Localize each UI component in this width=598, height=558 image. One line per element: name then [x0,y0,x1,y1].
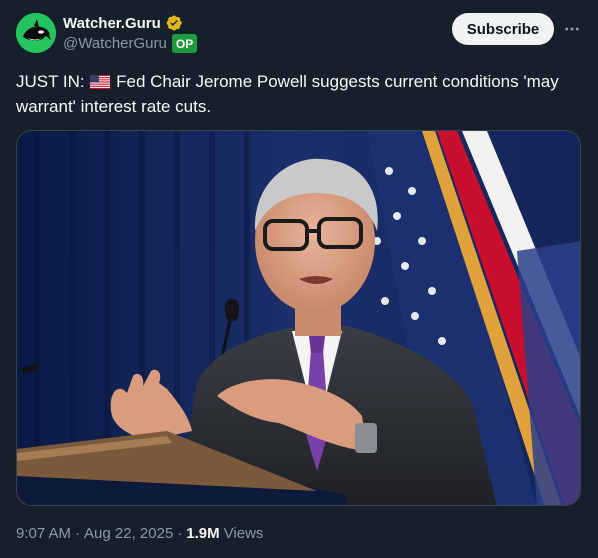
ellipsis-icon [565,27,579,31]
us-flag-icon [90,72,111,95]
author-handle-row: @WatcherGuru OP [63,34,198,53]
post-time[interactable]: 9:07 AM [16,525,71,542]
orca-logo-icon [16,13,56,53]
op-badge: OP [171,34,198,53]
post-photo[interactable] [16,130,581,506]
photo-icon [17,131,580,505]
author-display-name[interactable]: Watcher.Guru [63,15,161,32]
verified-badge-icon[interactable] [165,14,183,32]
author-avatar[interactable] [16,13,56,53]
post-date[interactable]: Aug 22, 2025 [84,525,173,542]
author-handle[interactable]: @WatcherGuru [63,35,167,52]
meta-separator: · [177,525,183,542]
meta-separator: · [75,525,81,542]
views-label: Views [223,525,264,542]
views-count[interactable]: 1.9M [186,525,219,542]
more-options-button[interactable] [560,17,584,41]
post-text: JUST IN: Fed Chair Jerome Powell suggest… [16,70,576,118]
subscribe-button[interactable]: Subscribe [452,13,554,45]
post-meta: 9:07 AM · Aug 22, 2025 · 1.9M Views [16,525,263,542]
tweet: Watcher.Guru @WatcherGuru OP Subscribe J… [0,0,598,558]
post-prefix: JUST IN: [16,72,85,91]
author-name-row: Watcher.Guru [63,14,183,32]
